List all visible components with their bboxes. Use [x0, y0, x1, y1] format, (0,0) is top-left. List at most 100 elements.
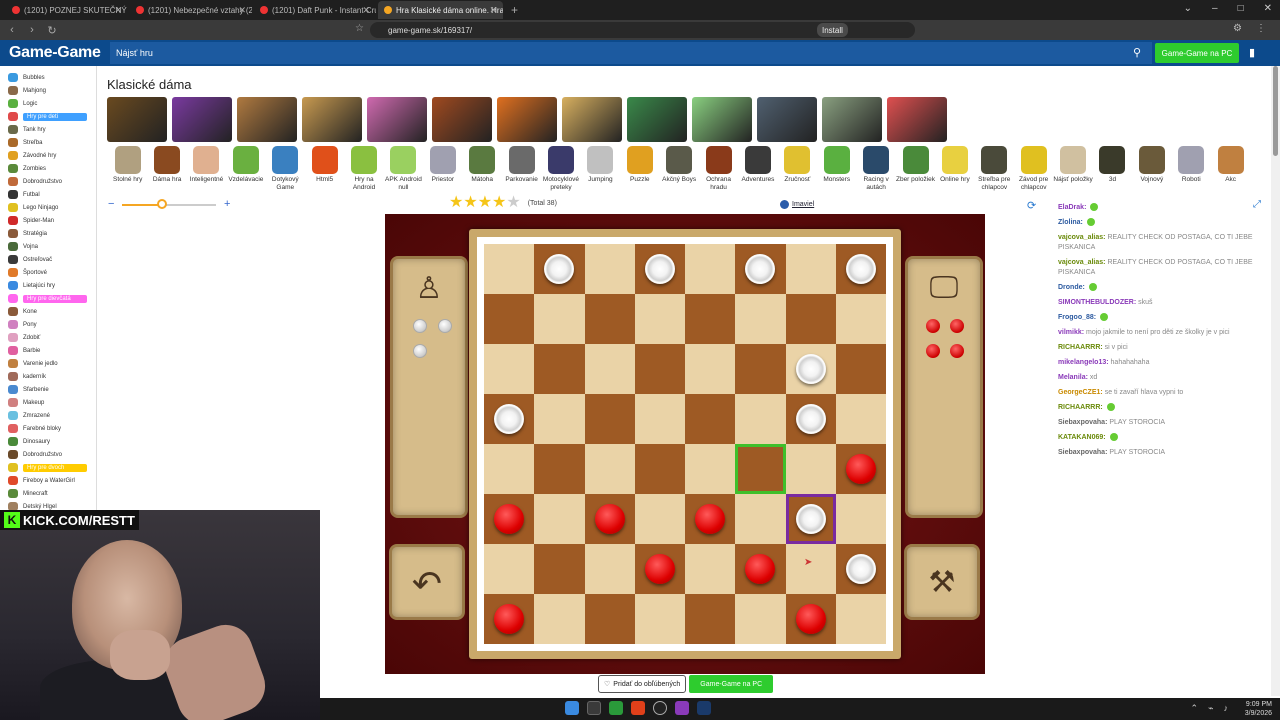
sidebar-item[interactable]: Lietajúci hry	[0, 279, 96, 292]
board-square[interactable]	[534, 494, 585, 544]
board-square[interactable]	[835, 244, 886, 294]
star-icon[interactable]: ★	[463, 195, 477, 211]
board-square[interactable]	[835, 544, 886, 594]
settings-button[interactable]: ⚒	[904, 544, 980, 620]
board-square[interactable]	[584, 544, 635, 594]
category-tile[interactable]: Inteligentné	[187, 146, 226, 201]
category-tile[interactable]: Streľba pre chlapcov	[975, 146, 1014, 201]
forward-icon[interactable]: ›	[24, 24, 40, 36]
terminal-icon[interactable]	[587, 701, 601, 715]
board-square[interactable]	[685, 494, 736, 544]
star-icon[interactable]: ★	[478, 195, 492, 211]
star-icon[interactable]: ★	[492, 195, 506, 211]
category-tile[interactable]: Parkovanie	[502, 146, 541, 201]
sidebar-item[interactable]: Hry pre dvoch	[0, 461, 96, 474]
board-square[interactable]	[785, 394, 836, 444]
game-thumbnail[interactable]	[887, 97, 947, 142]
board-square[interactable]	[534, 594, 585, 644]
browser-tab[interactable]: (1201) POZNEJ SKUTEČNÝ PÁRI - Yo✕	[6, 1, 128, 19]
board-square[interactable]	[634, 494, 685, 544]
chat-username[interactable]: vajcova_alias:	[1058, 234, 1105, 241]
category-tile[interactable]: Stolné hry	[108, 146, 147, 201]
board-square[interactable]	[534, 394, 585, 444]
tab-close-icon[interactable]: ✕	[362, 5, 370, 16]
category-tile[interactable]: Monsters	[817, 146, 856, 201]
minimize-icon[interactable]: –	[1212, 3, 1218, 14]
chat-username[interactable]: SIMONTHEBULDOZER:	[1058, 299, 1136, 306]
board-square[interactable]	[634, 344, 685, 394]
white-checker-piece[interactable]	[494, 404, 524, 434]
back-icon[interactable]: ‹	[4, 24, 20, 36]
new-tab-button[interactable]: +	[503, 3, 526, 17]
zoom-out-button[interactable]: −	[108, 198, 114, 210]
scrollbar-thumb[interactable]	[1273, 66, 1278, 156]
board-square[interactable]	[584, 494, 635, 544]
refresh-icon[interactable]: ⟳	[1027, 199, 1036, 212]
sidebar-item[interactable]: Logic	[0, 97, 96, 110]
white-checker-piece[interactable]	[795, 504, 826, 534]
chat-username[interactable]: RICHAARRR:	[1058, 404, 1103, 411]
brave-icon[interactable]	[631, 701, 645, 715]
board-square[interactable]	[634, 594, 685, 644]
chat-username[interactable]: Siebaxpovaha:	[1058, 419, 1107, 426]
chat-username[interactable]: vajcova_alias:	[1058, 259, 1105, 266]
maximize-icon[interactable]: □	[1238, 3, 1244, 14]
category-tile[interactable]: Závod pre chlapcov	[1014, 146, 1053, 201]
board-square[interactable]	[584, 594, 635, 644]
category-tile[interactable]: Mátoha	[463, 146, 502, 201]
page-scrollbar[interactable]	[1271, 66, 1280, 696]
board-square[interactable]	[484, 294, 535, 344]
board-square[interactable]	[634, 544, 685, 594]
chat-username[interactable]: Zlolina:	[1058, 219, 1083, 226]
sidebar-item[interactable]: Barbie	[0, 344, 96, 357]
board-square[interactable]	[534, 344, 585, 394]
reload-icon[interactable]: ↻	[44, 24, 60, 37]
board-square[interactable]	[835, 294, 886, 344]
game-thumbnail[interactable]	[692, 97, 752, 142]
board-square[interactable]	[685, 344, 736, 394]
author-link[interactable]: Imaviel	[780, 200, 814, 209]
game-thumbnail[interactable]	[822, 97, 882, 142]
sidebar-item[interactable]: Zdobiť	[0, 331, 96, 344]
sidebar-item[interactable]: Stratégia	[0, 227, 96, 240]
sidebar-item[interactable]: Tank hry	[0, 123, 96, 136]
game-thumbnail[interactable]	[757, 97, 817, 142]
site-logo[interactable]: Game-Game	[0, 44, 104, 62]
sidebar-item[interactable]: Farebné bloky	[0, 422, 96, 435]
board-square[interactable]	[584, 294, 635, 344]
category-tile[interactable]: Nájsť položky	[1053, 146, 1093, 201]
board-square[interactable]	[634, 244, 685, 294]
chat-username[interactable]: Dronde:	[1058, 284, 1085, 291]
sidebar-item[interactable]: kaderník	[0, 370, 96, 383]
board-square[interactable]	[735, 594, 786, 644]
sidebar-item[interactable]: Pony	[0, 318, 96, 331]
sidebar-item[interactable]: Vojna	[0, 240, 96, 253]
game-thumbnail[interactable]	[497, 97, 557, 142]
sidebar-item[interactable]: Športové	[0, 266, 96, 279]
board-square[interactable]	[484, 594, 535, 644]
board-square[interactable]	[634, 294, 685, 344]
white-checker-piece[interactable]	[845, 554, 876, 584]
game-thumbnail[interactable]	[172, 97, 232, 142]
board-square[interactable]	[785, 544, 836, 594]
category-tile[interactable]: 3d	[1093, 146, 1132, 201]
board-square[interactable]	[484, 344, 535, 394]
category-tile[interactable]: Racing v autách	[856, 146, 895, 201]
board-square[interactable]	[534, 444, 585, 494]
category-tile[interactable]: APK Android null	[384, 146, 423, 201]
sidebar-item[interactable]: Kone	[0, 305, 96, 318]
board-square[interactable]	[584, 244, 635, 294]
chat-username[interactable]: Frogoo_88:	[1058, 314, 1096, 321]
github-icon[interactable]	[653, 701, 667, 715]
category-tile[interactable]: Motocyklové preteky	[541, 146, 580, 201]
board-square[interactable]	[735, 444, 786, 494]
search-icon[interactable]: ⚲	[1133, 46, 1141, 59]
chat-username[interactable]: Siebaxpovaha:	[1058, 449, 1107, 456]
board-square[interactable]	[785, 594, 836, 644]
close-window-icon[interactable]: ✕	[1264, 3, 1272, 14]
category-tile[interactable]: Adventures	[738, 146, 777, 201]
game-thumbnail[interactable]	[432, 97, 492, 142]
install-button[interactable]: Install	[817, 23, 848, 37]
sidebar-item[interactable]: Spider-Man	[0, 214, 96, 227]
checkers-game-canvas[interactable]: ♙ 🖵 ↶ ⚒	[385, 214, 985, 674]
